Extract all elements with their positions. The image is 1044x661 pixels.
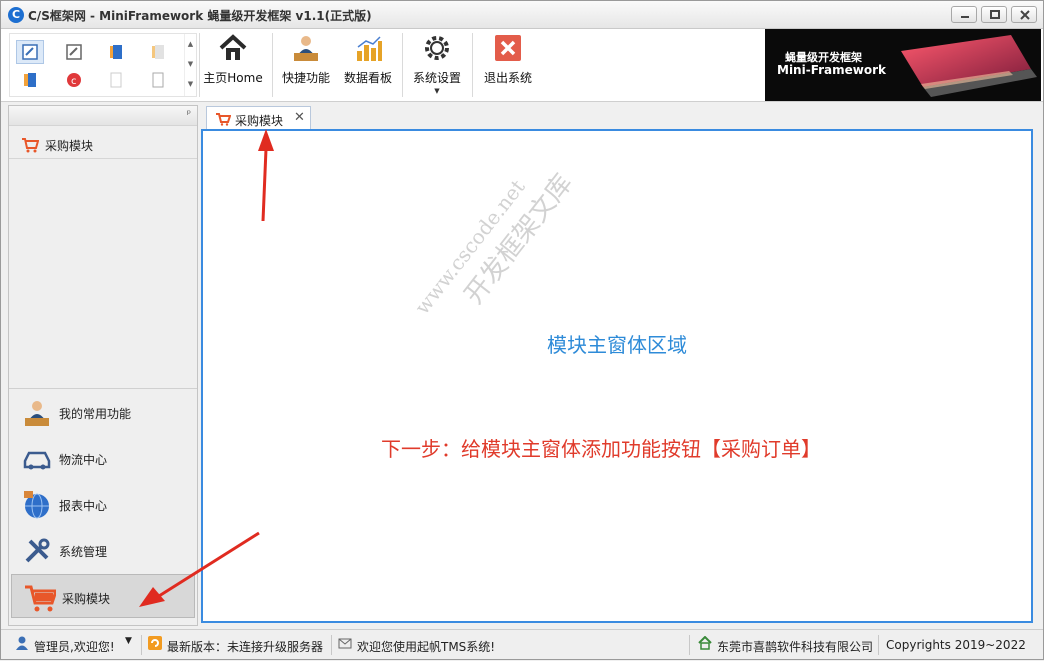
status-separator [878,635,879,655]
arrow-up-annotation [258,129,274,222]
arrow-down-left-annotation [139,531,260,607]
home-icon [698,636,712,650]
status-company: 东莞市喜鹊软件科技有限公司 [717,640,874,654]
status-user[interactable]: 管理员,欢迎您! [34,638,115,655]
annotation-arrows [139,129,274,607]
app-window: C C/S框架网 - MiniFramework 蝇量级开发框架 v1.1(正式… [0,0,1044,660]
status-copyright: Copyrights 2019~2022 [886,638,1026,652]
update-icon [148,636,162,650]
user-dropdown-icon[interactable]: ▼ [125,636,132,646]
status-bar: 管理员,欢迎您! ▼ 最新版本：未连接升级服务器 欢迎您使用起帆TMS系统! 东… [1,629,1043,659]
message-icon [338,638,352,649]
status-separator [689,635,690,655]
status-separator [141,635,142,655]
status-separator [331,635,332,655]
status-version: 最新版本：未连接升级服务器 [167,640,324,654]
status-welcome: 欢迎您使用起帆TMS系统! [357,640,496,654]
user-icon [16,636,28,650]
